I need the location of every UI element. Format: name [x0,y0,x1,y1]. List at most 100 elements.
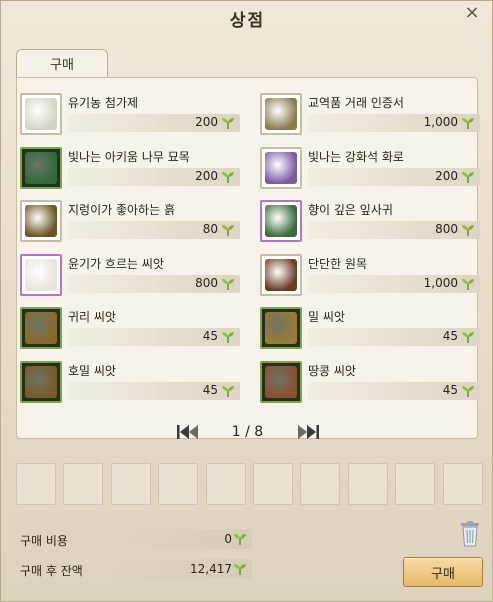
balance-after-label: 구매 후 잔액 [20,564,83,578]
tab-buy[interactable]: 구매 [16,49,108,77]
item-icon-art [265,312,297,344]
item-price-field: 200 [308,167,480,186]
sprout-icon [222,171,234,183]
item-name: 호밀 씨앗 [68,363,116,378]
item-icon-art [265,205,297,237]
item-price: 800 [435,222,458,236]
shop-item[interactable]: 빛나는 아키움 나무 묘목 200 [20,145,240,191]
shop-item[interactable]: 밀 씨앗 45 [260,305,480,351]
shop-item[interactable]: 윤기가 흐르는 씨앗 800 [20,252,240,298]
item-icon-art [265,258,297,291]
item-icon [20,307,62,349]
shop-item[interactable]: 유기농 첨가제 200 [20,91,240,137]
sprout-icon [462,118,474,129]
item-name: 땅콩 씨앗 [308,363,356,378]
item-name: 귀리 씨앗 [68,310,116,324]
last-page-button[interactable] [293,422,323,442]
shop-item[interactable]: 지렁이가 좋아하는 흙 80 [20,198,240,244]
buy-button[interactable]: 구매 [403,557,483,587]
balance-after-field: 12,417 [100,559,252,579]
cart-slot[interactable] [253,463,293,505]
item-price: 200 [195,168,218,183]
cart-slot[interactable] [110,463,151,505]
item-price: 45 [442,329,458,343]
cart-slot[interactable] [442,463,483,505]
cart-slot[interactable] [16,463,56,505]
item-list-panel: 유기농 첨가제 200 교역품 거래 인증서 1,000 빛나는 아키움 나무 묘목 20… [16,77,480,439]
titlebar[interactable]: 상점 [1,1,493,35]
purchase-cost-row: 구매 비용 0 [16,529,252,549]
item-name: 밀 씨앗 [308,310,345,324]
item-price: 1,000 [423,275,458,290]
item-price-field: 1,000 [308,274,480,293]
sprout-icon [222,225,234,236]
cart-slot[interactable] [347,463,388,505]
close-icon[interactable]: × [462,3,482,23]
shop-item[interactable]: 향이 깊은 잎사귀 800 [260,198,480,244]
sprout-icon [462,225,474,236]
item-price: 80 [202,222,218,236]
item-name: 지렁이가 좋아하는 흙 [68,203,175,217]
item-price-field: 45 [68,381,240,400]
item-icon [260,360,302,403]
sprout-icon [222,332,234,343]
shop-item[interactable]: 빛나는 강화석 화로 200 [260,145,480,191]
first-page-icon [176,425,198,439]
item-price-field: 45 [308,381,480,400]
cart-slot[interactable] [63,463,104,505]
item-name: 빛나는 아키움 나무 묘목 [68,149,190,164]
item-name: 교역품 거래 인증서 [308,96,404,110]
sprout-icon [462,171,474,183]
item-icon-art [25,98,57,130]
item-price: 200 [435,168,458,183]
sprout-icon [222,385,234,397]
shop-item[interactable]: 호밀 씨앗 45 [20,359,240,405]
item-price: 45 [202,329,218,343]
item-name: 향이 깊은 잎사귀 [308,203,393,217]
item-icon-art [25,151,57,184]
cart-slots [16,463,483,505]
item-icon-art [25,258,57,291]
page-indicator: 1 / 8 [231,424,264,440]
trash-button[interactable] [458,520,482,548]
cart-slot[interactable] [395,463,436,505]
item-price-field: 45 [68,328,240,346]
item-price: 45 [442,382,458,397]
shop-item[interactable]: 단단한 원목 1,000 [260,252,480,298]
item-price-field: 80 [68,221,240,239]
shop-item[interactable]: 땅콩 씨앗 45 [260,359,480,405]
cart-slot[interactable] [300,463,341,505]
item-name: 유기농 첨가제 [68,96,139,110]
sprout-icon [462,278,474,290]
item-price: 800 [195,275,218,290]
sprout-icon [462,385,474,397]
shop-item[interactable]: 귀리 씨앗 45 [20,305,240,351]
balance-after-row: 구매 후 잔액 12,417 [16,559,252,579]
item-icon [260,146,302,189]
item-icon-art [25,365,57,398]
item-icon [260,253,302,296]
cart-slot[interactable] [158,463,199,505]
item-price-field: 200 [68,167,240,186]
window-title: 상점 [229,10,266,31]
item-price-field: 800 [68,274,240,293]
item-icon [20,200,62,242]
shop-window: 상점 × 구매 유기농 첨가제 200 교역품 거래 인증서 1,000 빛나는 아키움… [0,0,493,602]
item-price-field: 800 [308,221,480,239]
item-icon-art [265,98,297,130]
item-price: 200 [195,115,218,129]
item-icon-art [265,365,297,398]
sprout-icon [234,534,246,545]
item-name: 단단한 원목 [308,256,368,271]
cart-slot[interactable] [205,463,246,505]
shop-item[interactable]: 교역품 거래 인증서 1,000 [260,91,480,137]
item-icon [260,93,302,135]
item-icon [20,360,62,403]
balance-after-value: 12,417 [190,562,232,576]
item-icon-art [265,151,297,184]
sprout-icon [462,332,474,343]
sprout-icon [234,564,246,575]
item-icon [20,93,62,135]
item-price-field: 1,000 [308,114,480,132]
first-page-button[interactable] [173,422,203,442]
